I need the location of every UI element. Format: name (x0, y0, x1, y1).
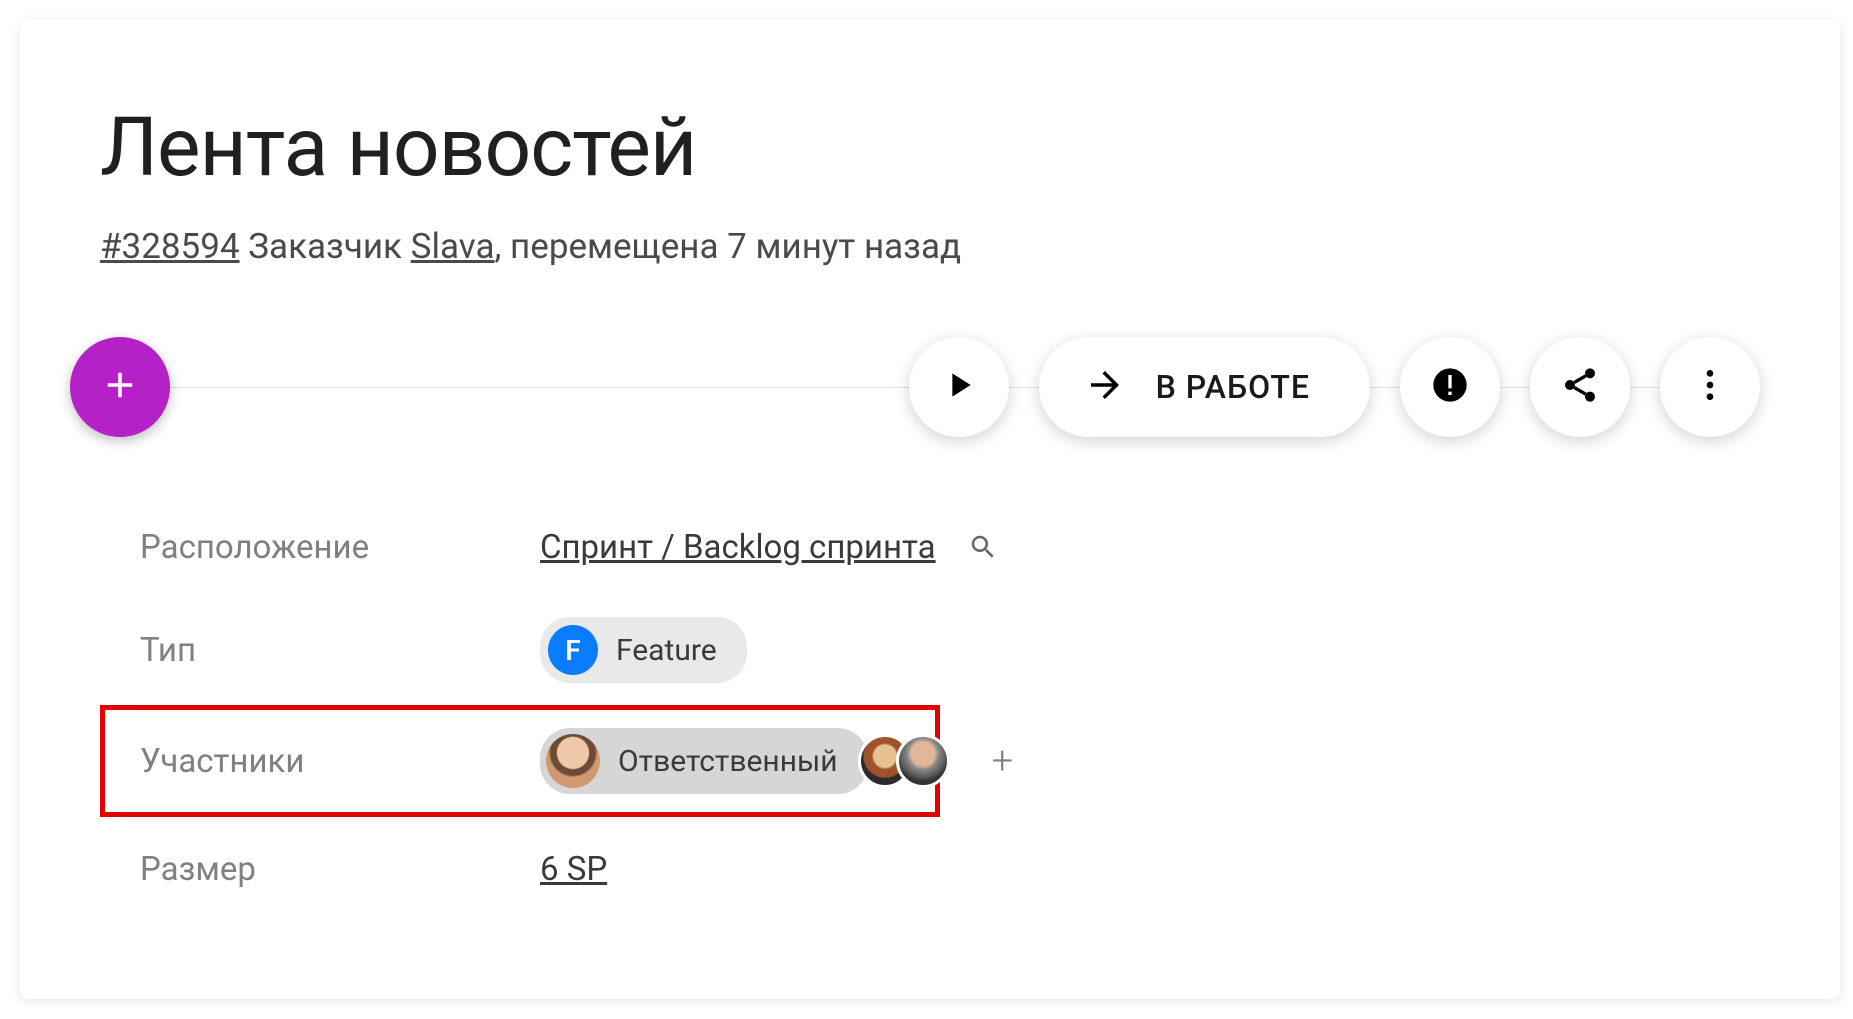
action-bar: В РАБОТЕ (100, 337, 1760, 437)
extra-avatars (874, 734, 950, 788)
play-button[interactable] (909, 337, 1009, 437)
location-row: Расположение Спринт / Backlog спринта (140, 517, 1760, 577)
task-title: Лента новостей (100, 100, 1760, 196)
size-label: Размер (140, 850, 540, 889)
avatar[interactable] (896, 734, 950, 788)
alert-icon (1430, 365, 1470, 409)
type-value: Feature (616, 633, 717, 668)
task-card: Лента новостей #328594 Заказчик Slava, п… (20, 20, 1840, 999)
more-vertical-icon (1690, 365, 1730, 409)
size-link[interactable]: 6 SP (540, 850, 607, 889)
members-label: Участники (140, 742, 540, 781)
responsible-pill[interactable]: Ответственный (540, 728, 868, 794)
play-icon (939, 365, 979, 409)
search-icon[interactable] (968, 532, 998, 562)
plus-icon (99, 364, 141, 410)
size-row: Размер 6 SP (140, 839, 1760, 899)
type-pill[interactable]: F Feature (540, 617, 747, 683)
location-link[interactable]: Спринт / Backlog спринта (540, 528, 936, 567)
alert-button[interactable] (1400, 337, 1500, 437)
location-label: Расположение (140, 528, 540, 567)
avatar (546, 734, 600, 788)
in-work-button[interactable]: В РАБОТЕ (1039, 337, 1370, 437)
arrow-right-icon (1084, 364, 1126, 410)
moved-text: , перемещена 7 минут назад (494, 226, 961, 267)
members-row: Участники Ответственный + (100, 705, 940, 817)
add-button[interactable] (70, 337, 170, 437)
type-row: Тип F Feature (140, 617, 1760, 683)
task-id-link[interactable]: #328594 (100, 226, 240, 267)
responsible-label: Ответственный (618, 744, 838, 779)
add-member-button[interactable]: + (992, 739, 1013, 783)
more-button[interactable] (1660, 337, 1760, 437)
customer-label: Заказчик (248, 226, 402, 267)
details-section: Расположение Спринт / Backlog спринта Ти… (100, 517, 1760, 899)
in-work-label: В РАБОТЕ (1156, 368, 1310, 406)
task-subtitle: #328594 Заказчик Slava, перемещена 7 мин… (100, 226, 1760, 267)
customer-link[interactable]: Slava (411, 226, 495, 267)
type-label: Тип (140, 631, 540, 670)
type-badge: F (548, 625, 598, 675)
share-button[interactable] (1530, 337, 1630, 437)
share-icon (1560, 365, 1600, 409)
